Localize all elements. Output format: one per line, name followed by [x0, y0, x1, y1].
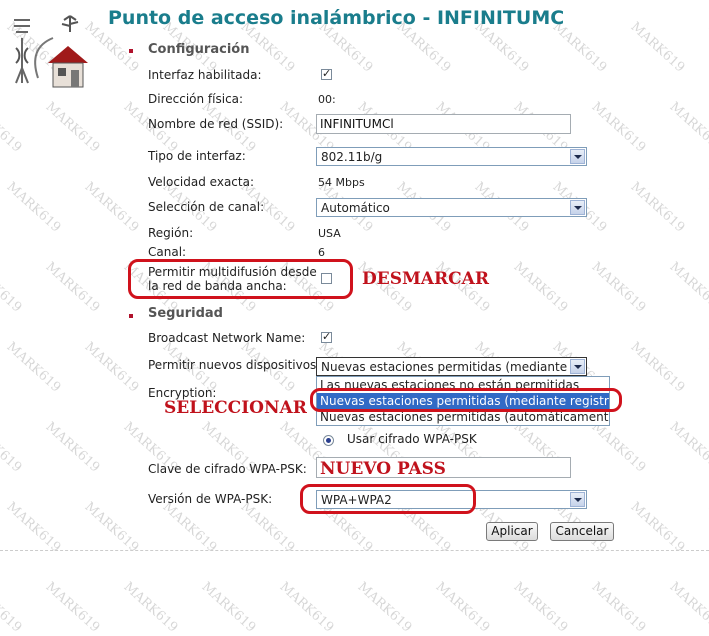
watermark-text: MARK619: [666, 419, 709, 476]
watermark-text: MARK619: [3, 179, 64, 236]
watermark-text: MARK619: [588, 259, 649, 316]
annotation-ring-multicast: [128, 259, 353, 299]
chevron-down-icon[interactable]: [570, 492, 585, 507]
watermark-text: MARK619: [42, 99, 103, 156]
ssid-input[interactable]: [316, 114, 571, 134]
watermark-text: MARK619: [42, 419, 103, 476]
channel-selection-value: Automático: [321, 201, 390, 215]
annotation-uncheck: DESMARCAR: [362, 269, 489, 289]
iftype-select[interactable]: 802.11b/g: [316, 147, 587, 166]
section-bullet: [129, 49, 133, 53]
watermark-text: MARK619: [627, 499, 688, 556]
new-devices-label: Permitir nuevos dispositivos:: [148, 358, 321, 372]
watermark-text: MARK619: [42, 579, 103, 636]
watermark-text: MARK619: [510, 579, 571, 636]
watermark-text: MARK619: [432, 579, 493, 636]
watermark-text: MARK619: [588, 579, 649, 636]
region-label: Región:: [148, 226, 194, 240]
watermark-text: MARK619: [276, 579, 337, 636]
watermark-text: MARK619: [81, 499, 142, 556]
new-devices-select[interactable]: Nuevas estaciones permitidas (mediante r: [316, 357, 587, 376]
channel-label: Canal:: [148, 245, 187, 259]
watermark-text: MARK619: [627, 19, 688, 76]
watermark-text: MARK619: [705, 179, 709, 236]
channel-selection-select[interactable]: Automático: [316, 198, 587, 217]
section-bullet: [129, 314, 133, 318]
wpa-key-label: Clave de cifrado WPA-PSK:: [148, 462, 307, 476]
watermark-text: MARK619: [705, 19, 709, 76]
interface-enabled-checkbox[interactable]: [321, 67, 332, 80]
interface-enabled-label: Interfaz habilitada:: [148, 68, 262, 82]
iftype-value: 802.11b/g: [321, 150, 383, 164]
speed-value: 54 Mbps: [318, 176, 365, 189]
watermark-text: MARK619: [42, 259, 103, 316]
channel-value: 6: [318, 246, 325, 259]
watermark-text: MARK619: [237, 499, 298, 556]
ssid-label: Nombre de red (SSID):: [148, 117, 284, 131]
watermark-text: MARK619: [666, 579, 709, 636]
watermark-text: MARK619: [666, 99, 709, 156]
watermark-text: MARK619: [0, 99, 25, 156]
watermark-text: MARK619: [3, 499, 64, 556]
watermark-text: MARK619: [510, 259, 571, 316]
watermark-text: MARK619: [627, 179, 688, 236]
watermark-text: MARK619: [81, 179, 142, 236]
iftype-label: Tipo de interfaz:: [148, 149, 246, 163]
chevron-down-icon[interactable]: [570, 200, 585, 215]
broadcast-label: Broadcast Network Name:: [148, 331, 306, 345]
chevron-down-icon[interactable]: [570, 149, 585, 164]
watermark-text: MARK619: [120, 579, 181, 636]
watermark-text: MARK619: [3, 339, 64, 396]
region-value: USA: [318, 227, 341, 240]
wpa-radio-label: Usar cifrado WPA-PSK: [347, 432, 477, 446]
watermark-text: MARK619: [0, 259, 25, 316]
annotation-ring-wpa-version: [300, 484, 476, 514]
cancel-button[interactable]: Cancelar: [550, 522, 614, 541]
watermark-text: MARK619: [627, 339, 688, 396]
mac-label: Dirección física:: [148, 92, 244, 106]
annotation-select: SELECCIONAR: [164, 398, 307, 418]
security-heading: Seguridad: [148, 306, 223, 321]
mac-value: 00:: [318, 93, 336, 106]
wireless-router-logo: [14, 15, 88, 88]
watermark-text: MARK619: [588, 99, 649, 156]
watermark-text: MARK619: [705, 499, 709, 556]
config-heading: Configuración: [148, 42, 250, 57]
page-title: Punto de acceso inalámbrico - INFINITUMC: [108, 7, 565, 29]
watermark-text: MARK619: [0, 579, 25, 636]
annotation-new-pass: NUEVO PASS: [320, 459, 446, 479]
wpa-version-label: Versión de WPA-PSK:: [148, 492, 273, 506]
channel-selection-label: Selección de canal:: [148, 200, 265, 214]
chevron-down-icon[interactable]: [570, 359, 585, 374]
annotation-ring-option: [310, 388, 622, 412]
speed-label: Velocidad exacta:: [148, 175, 254, 189]
watermark-text: MARK619: [705, 339, 709, 396]
broadcast-checkbox[interactable]: [321, 330, 332, 343]
watermark-text: MARK619: [354, 579, 415, 636]
watermark-text: MARK619: [198, 579, 259, 636]
bottom-divider: [0, 550, 709, 551]
watermark-text: MARK619: [159, 499, 220, 556]
new-devices-value: Nuevas estaciones permitidas (mediante r: [321, 360, 571, 374]
watermark-text: MARK619: [666, 259, 709, 316]
watermark-text: MARK619: [81, 339, 142, 396]
apply-button[interactable]: Aplicar: [486, 522, 538, 541]
wpa-radio[interactable]: [323, 435, 334, 446]
watermark-text: MARK619: [588, 419, 649, 476]
watermark-text: MARK619: [0, 419, 25, 476]
